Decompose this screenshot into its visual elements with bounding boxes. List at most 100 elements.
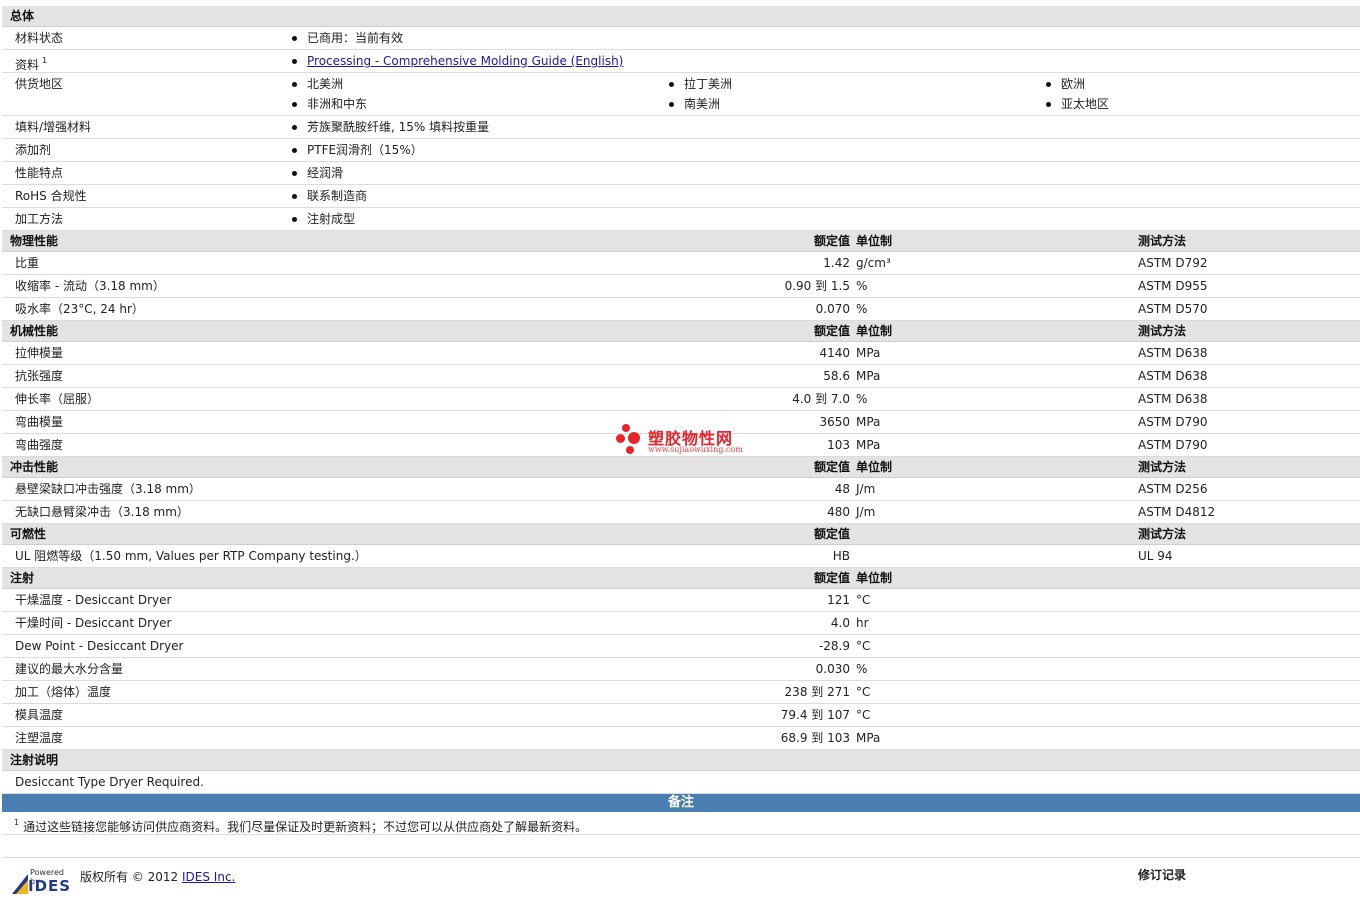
notes-header: 备注 <box>2 794 1360 812</box>
test-method: ASTM D256 <box>1138 482 1208 496</box>
test-method: ASTM D638 <box>1138 346 1208 360</box>
property-row: 建议的最大水分含量 0.030% <box>2 658 1360 681</box>
section-header-flammability: 可燃性 额定值 测试方法 <box>2 524 1360 545</box>
row-rohs: RoHS 合规性 联系制造商 <box>2 185 1360 208</box>
section-header-general: 总体 <box>2 6 1360 27</box>
section-title: 物理性能 <box>10 234 59 248</box>
footnote-ref: 1 <box>42 56 48 65</box>
bullet-icon <box>292 125 297 130</box>
property-row: 模具温度 79.4 到 107 °C <box>2 704 1360 727</box>
test-method: ASTM D792 <box>1138 256 1208 270</box>
col-header-nominal: 额定值 <box>813 527 850 541</box>
section-title: 机械性能 <box>10 324 59 338</box>
test-method: ASTM D790 <box>1138 438 1208 452</box>
test-method: ASTM D638 <box>1138 392 1208 406</box>
property-label: 模具温度 <box>15 708 64 722</box>
region-item: 欧洲 <box>1061 77 1086 91</box>
col-header-method: 测试方法 <box>1138 324 1187 338</box>
property-value: 79.4 到 107 <box>780 708 850 722</box>
company-link[interactable]: IDES Inc. <box>182 870 235 884</box>
section-title: 注射 <box>10 571 35 585</box>
property-value: 0.030 <box>815 662 850 676</box>
col-header-nominal: 额定值 <box>813 571 850 585</box>
footer: Powered by IDES 版权所有 © 2012 IDES Inc. 修订… <box>2 858 1360 898</box>
property-unit: MPa <box>856 369 881 383</box>
bullet-icon <box>292 82 297 87</box>
property-label: 无缺口悬臂梁冲击（3.18 mm） <box>15 505 189 519</box>
col-header-unit: 单位制 <box>856 460 893 474</box>
property-unit: hr <box>856 616 869 630</box>
row-label: RoHS 合规性 <box>15 189 87 203</box>
property-unit: % <box>856 662 868 676</box>
section-title: 注射说明 <box>10 753 59 767</box>
row-label: 材料状态 <box>15 31 64 45</box>
footnote: 1 通过这些链接您能够访问供应商资料。我们尽量保证及时更新资料；不过您可以从供应商… <box>2 812 1360 835</box>
bullet-icon <box>292 59 297 64</box>
property-row: 吸水率（23°C, 24 hr） 0.070% ASTM D570 <box>2 298 1360 321</box>
property-label: Dew Point - Desiccant Dryer <box>15 639 184 653</box>
property-row: 加工（熔体）温度 238 到 271 °C <box>2 681 1360 704</box>
section-header-impact: 冲击性能 额定值 单位制 测试方法 <box>2 457 1360 478</box>
property-value: 4140 <box>819 346 850 360</box>
col-header-nominal: 额定值 <box>813 460 850 474</box>
property-label: 比重 <box>15 256 40 270</box>
row-label: 填料/增强材料 <box>15 120 92 134</box>
region-item: 亚太地区 <box>1061 97 1110 111</box>
property-value: 58.6 <box>823 369 850 383</box>
ides-logo-icon <box>12 874 28 894</box>
property-value: 480 <box>827 505 850 519</box>
property-unit: MPa <box>856 346 881 360</box>
property-row: 伸长率（屈服） 4.0 到 7.0% ASTM D638 <box>2 388 1360 411</box>
row-availability: 供货地区 北美洲 拉丁美洲 欧洲 非洲和中东 南美洲 亚太地区 <box>2 73 1360 116</box>
property-unit: °C <box>856 639 871 653</box>
ides-logo: Powered by IDES <box>12 868 72 898</box>
bullet-icon <box>292 217 297 222</box>
property-label: 弯曲模量 <box>15 415 64 429</box>
property-row: 抗张强度 58.6 MPa ASTM D638 <box>2 365 1360 388</box>
row-label: 性能特点 <box>15 166 64 180</box>
property-row: Dew Point - Desiccant Dryer -28.9 °C <box>2 635 1360 658</box>
test-method: ASTM D790 <box>1138 415 1208 429</box>
section-title: 可燃性 <box>10 527 47 541</box>
literature-link[interactable]: Processing - Comprehensive Molding Guide… <box>307 54 623 68</box>
section-header-mechanical: 机械性能 额定值 单位制 测试方法 <box>2 321 1360 342</box>
bullet-icon <box>292 36 297 41</box>
footnote-number: 1 <box>14 818 20 827</box>
property-label: 伸长率（屈服） <box>15 392 100 406</box>
property-value: 4.0 到 7.0 <box>792 392 850 406</box>
flammability-rows: UL 阻燃等级（1.50 mm, Values per RTP Company … <box>2 545 1360 568</box>
property-unit: J/m <box>856 482 876 496</box>
property-value: 238 到 271 <box>784 685 850 699</box>
col-header-nominal: 额定值 <box>813 234 850 248</box>
row-features: 性能特点 经润滑 <box>2 162 1360 185</box>
property-label: UL 阻燃等级（1.50 mm, Values per RTP Company … <box>15 549 367 563</box>
property-value: 0.90 到 1.5 <box>784 279 850 293</box>
copyright: 版权所有 © 2012 IDES Inc. <box>80 868 235 885</box>
copyright-text: 版权所有 © 2012 <box>80 870 179 884</box>
bullet-icon <box>1046 102 1051 107</box>
property-value: 48 <box>834 482 850 496</box>
row-value: 注射成型 <box>307 212 356 226</box>
property-label: 加工（熔体）温度 <box>15 685 112 699</box>
property-row: 注塑温度 68.9 到 103 MPa <box>2 727 1360 750</box>
bullet-icon <box>292 194 297 199</box>
footnote-text: 通过这些链接您能够访问供应商资料。我们尽量保证及时更新资料；不过您可以从供应商处… <box>23 820 588 834</box>
region-item: 南美洲 <box>684 97 721 111</box>
property-value: 1.42 <box>823 256 850 270</box>
property-label: 注塑温度 <box>15 731 64 745</box>
property-row: 无缺口悬臂梁冲击（3.18 mm） 480 J/m ASTM D4812 <box>2 501 1360 524</box>
row-material-status: 材料状态 已商用：当前有效 <box>2 27 1360 50</box>
property-unit: g/cm³ <box>856 256 891 270</box>
test-method: ASTM D570 <box>1138 302 1208 316</box>
property-row: 收缩率 - 流动（3.18 mm） 0.90 到 1.5% ASTM D955 <box>2 275 1360 298</box>
row-label: 加工方法 <box>15 212 64 226</box>
watermark-url: www.sujiaowuxing.com <box>648 445 743 454</box>
property-row: 拉伸模量 4140 MPa ASTM D638 <box>2 342 1360 365</box>
property-unit: % <box>856 279 868 293</box>
col-header-method: 测试方法 <box>1138 527 1187 541</box>
property-unit: MPa <box>856 415 881 429</box>
test-method: UL 94 <box>1138 549 1173 563</box>
property-row: 干燥时间 - Desiccant Dryer 4.0 hr <box>2 612 1360 635</box>
col-header-method: 测试方法 <box>1138 234 1187 248</box>
property-label: 建议的最大水分含量 <box>15 662 124 676</box>
